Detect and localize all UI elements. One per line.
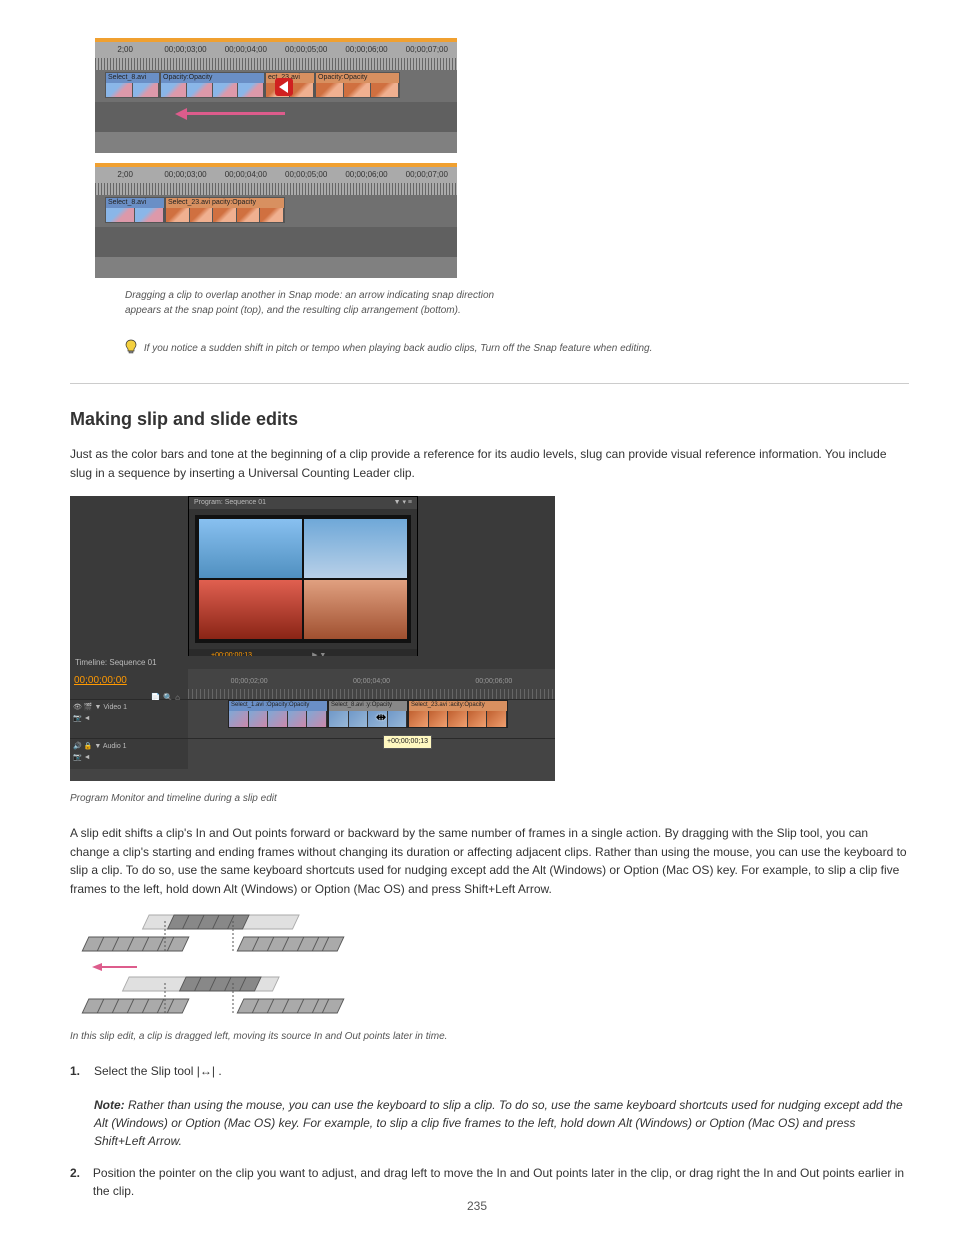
time-ruler[interactable]: 00;00;02;00 00;00;04;00 00;00;06;00	[188, 669, 555, 699]
video-track: Select_8.avi Select_23.avi pacity:Opacit…	[95, 195, 457, 227]
section-heading: Making slip and slide edits	[70, 406, 909, 433]
section-divider	[70, 383, 909, 384]
video-track-row: 👁 🎬 ▼ Video 1 📷 ◄ Select_1.avi :Opacity:…	[70, 699, 555, 738]
clip-label: Select_1.avi :Opacity:Opacity	[229, 701, 327, 711]
sequence-tab[interactable]: Timeline: Sequence 01	[70, 656, 555, 669]
note-label: Note:	[94, 1098, 125, 1112]
current-time-display[interactable]: 00;00;00;00	[74, 673, 184, 688]
timeline-panel: Timeline: Sequence 01 00;00;00;00 📄 🔍 ⌂ …	[70, 656, 555, 781]
ruler-tick: 00;00;03;00	[155, 42, 215, 56]
ruler-tick: 00;00;07;00	[397, 167, 457, 181]
note-body: Rather than using the mouse, you can use…	[94, 1098, 903, 1148]
timeline-before-figure: 2;00 00;00;03;00 00;00;04;00 00;00;05;00…	[95, 38, 457, 153]
clip-select-8[interactable]: Select_8.avi	[105, 197, 165, 223]
tip-callout: If you notice a sudden shift in pitch or…	[125, 336, 909, 357]
panel-menu-icon[interactable]: ▼ ▾ ≡	[394, 497, 412, 509]
preview-incoming-in	[304, 519, 407, 578]
preview-outgoing-out	[199, 519, 302, 578]
clip-select-23[interactable]: Select_23.avi pacity:Opacity	[165, 197, 285, 223]
preview-clip-out	[304, 580, 407, 639]
clip-label: Select_8.avi	[106, 73, 159, 83]
timeline-ruler: 2;00 00;00;03;00 00;00;04;00 00;00;05;00…	[95, 167, 457, 195]
body-paragraph: A slip edit shifts a clip's In and Out p…	[70, 824, 909, 898]
program-monitor-sequence-figure: Program: Sequence 01 ▼ ▾ ≡ +00;00;00;13 …	[70, 496, 555, 781]
track-toggle-icons[interactable]: 👁 🎬 ▼	[73, 704, 101, 711]
four-up-preview	[195, 515, 411, 643]
ruler-tick: 00;00;04;00	[310, 669, 432, 688]
clip-select-8[interactable]: Select_8.avi	[105, 72, 160, 98]
clip-select-1[interactable]: Select_1.avi :Opacity:Opacity	[228, 700, 328, 728]
ruler-tick: 00;00;05;00	[276, 42, 336, 56]
note-callout: Note: Rather than using the mouse, you c…	[94, 1096, 909, 1150]
step-text: Position the pointer on the clip you wan…	[93, 1164, 909, 1200]
ruler-tick: 00;00;04;00	[216, 42, 276, 56]
slip-edit-schematic	[70, 913, 350, 1019]
lightbulb-icon	[125, 339, 137, 355]
figure-caption: In this slip edit, a clip is dragged lef…	[70, 1029, 470, 1044]
program-monitor-title: Program: Sequence 01	[194, 497, 266, 509]
ruler-tick: 00;00;06;00	[336, 42, 396, 56]
ruler-tick: 00;00;06;00	[433, 669, 555, 688]
track-toggle-icons[interactable]: 🔊 🔒 ▼	[73, 743, 101, 750]
figure-caption: Dragging a clip to overlap another in Sn…	[125, 288, 525, 318]
ruler-tick: 00;00;07;00	[397, 42, 457, 56]
clip-select-23[interactable]: Select_23.avi :acity:Opacity	[408, 700, 508, 728]
clip-select-23-b[interactable]: Opacity:Opacity	[315, 72, 400, 98]
ruler-tick: 00;00;06;00	[336, 167, 396, 181]
page-number: 235	[0, 1197, 954, 1215]
clip-label: Select_8.avi	[106, 198, 164, 208]
step-1: 1. Select the Slip tool |↔| .	[70, 1062, 909, 1080]
slip-direction-arrow-icon	[92, 963, 137, 973]
track-collapse-icons[interactable]: 📷 ◄	[73, 753, 185, 764]
clip-label: Opacity:Opacity	[161, 73, 264, 83]
audio-track-row: 🔊 🔒 ▼ Audio 1 📷 ◄	[70, 738, 555, 769]
timeline-ruler: 2;00 00;00;03;00 00;00;04;00 00;00;05;00…	[95, 42, 457, 70]
clip-label: Select_8.avi :y:Opacity	[329, 701, 407, 711]
ruler-tick: 00;00;03;00	[155, 167, 215, 181]
preview-clip-in	[199, 580, 302, 639]
slip-cursor-icon: ⇹	[376, 708, 386, 726]
step-number: 2.	[70, 1164, 93, 1200]
program-monitor: Program: Sequence 01 ▼ ▾ ≡ +00;00;00;13 …	[188, 496, 418, 658]
clip-label: Opacity:Opacity	[316, 73, 399, 83]
step-text: Select the Slip tool	[94, 1064, 197, 1078]
step-number: 1.	[70, 1062, 94, 1080]
body-paragraph: Just as the color bars and tone at the b…	[70, 445, 909, 482]
ruler-tick: 00;00;02;00	[188, 669, 310, 688]
figure-caption: Program Monitor and timeline during a sl…	[70, 791, 470, 806]
track-label: Video 1	[103, 704, 127, 711]
clip-label: Select_23.avi :acity:Opacity	[409, 701, 507, 711]
track-label: Audio 1	[103, 743, 127, 750]
ruler-tick: 2;00	[95, 42, 155, 56]
snap-indicator-icon	[275, 78, 293, 96]
drag-direction-arrow-icon	[175, 110, 285, 118]
ruler-tick: 00;00;05;00	[276, 167, 336, 181]
ruler-tick: 2;00	[95, 167, 155, 181]
clip-select-8-b[interactable]: Opacity:Opacity	[160, 72, 265, 98]
timeline-after-figure: 2;00 00;00;03;00 00;00;04;00 00;00;05;00…	[95, 163, 457, 278]
slip-tool-icon: |↔|	[197, 1064, 215, 1078]
step-2: 2. Position the pointer on the clip you …	[70, 1164, 909, 1200]
track-collapse-icons[interactable]: 📷 ◄	[73, 714, 185, 725]
ruler-tick: 00;00;04;00	[216, 167, 276, 181]
clip-select-8-selected[interactable]: Select_8.avi :y:Opacity	[328, 700, 408, 728]
tip-text: If you notice a sudden shift in pitch or…	[144, 343, 652, 354]
